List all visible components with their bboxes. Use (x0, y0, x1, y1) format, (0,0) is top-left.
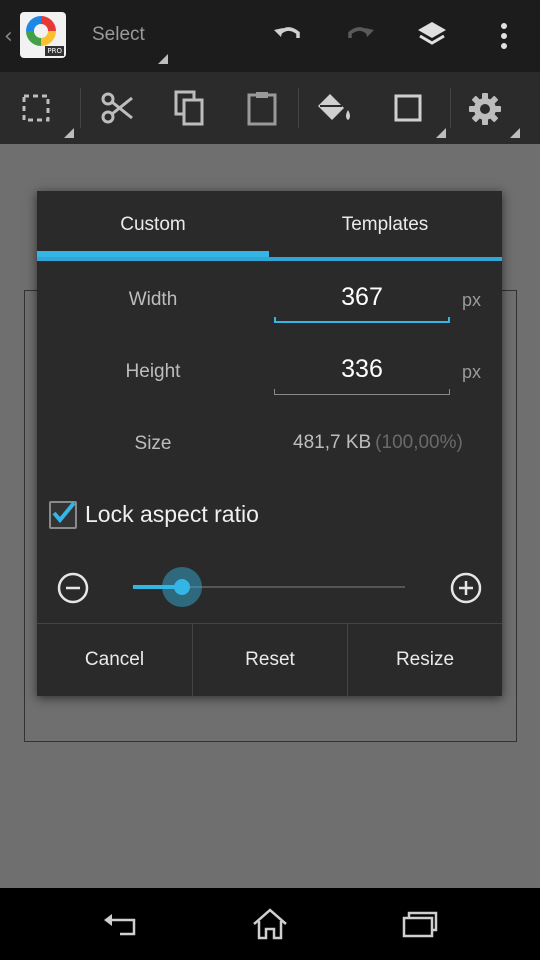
cut-icon (101, 92, 133, 124)
undo-icon[interactable] (270, 18, 306, 54)
lock-aspect-label: Lock aspect ratio (85, 501, 259, 527)
width-unit: px (462, 290, 482, 310)
select-mode-spinner[interactable]: Select (84, 0, 170, 66)
tab-custom[interactable]: Custom (37, 191, 269, 257)
selection-corner-icon (64, 128, 74, 138)
paste-icon (247, 92, 277, 126)
cut-button[interactable] (96, 72, 140, 144)
resize-button[interactable]: Resize (347, 624, 502, 696)
zoom-in-icon[interactable] (449, 571, 483, 605)
lock-aspect-checkbox[interactable] (49, 501, 77, 529)
nav-home-icon[interactable] (250, 904, 290, 944)
paste-button[interactable] (240, 72, 284, 144)
height-field[interactable]: 336 (274, 355, 450, 395)
back-caret-icon[interactable]: ‹ (4, 24, 13, 49)
navigation-bar (0, 888, 540, 960)
resize-dialog: Custom Templates Width 367 px Height 336… (37, 191, 502, 696)
dialog-button-row: Cancel Reset Resize (37, 623, 502, 696)
toolbar-divider (450, 88, 451, 128)
tab-divider-line (37, 257, 502, 261)
height-unit: px (462, 362, 482, 382)
tab-selected-indicator (37, 251, 269, 257)
selection-icon (22, 94, 50, 122)
cancel-button[interactable]: Cancel (37, 624, 192, 696)
spinner-corner-icon (158, 54, 168, 64)
toolbar-divider (298, 88, 299, 128)
tool-bar (0, 72, 540, 144)
dialog-tabs: Custom Templates (37, 191, 502, 263)
zoom-out-icon[interactable] (56, 571, 90, 605)
settings-corner-icon (510, 128, 520, 138)
zoom-slider[interactable] (133, 567, 405, 607)
shape-corner-icon (436, 128, 446, 138)
shape-button[interactable] (380, 72, 446, 144)
shape-icon (394, 94, 422, 122)
size-value-row: 481,7 KB (100,00%) (293, 432, 463, 454)
size-label: Size (134, 433, 172, 454)
nav-back-icon[interactable] (100, 904, 140, 944)
overflow-menu-icon[interactable] (486, 18, 522, 54)
copy-button[interactable] (168, 72, 212, 144)
redo-icon[interactable] (342, 18, 378, 54)
size-value: 481,7 KB (293, 432, 372, 453)
settings-button[interactable] (460, 72, 526, 144)
layers-icon[interactable] (414, 18, 450, 54)
settings-icon (469, 93, 501, 125)
copy-icon (174, 90, 204, 126)
nav-recents-icon[interactable] (400, 904, 440, 944)
app-logo-icon[interactable]: PRO (20, 12, 66, 58)
selection-tool-button[interactable] (0, 72, 78, 144)
width-field[interactable]: 367 (274, 283, 450, 323)
checkmark-icon (52, 501, 76, 524)
fill-button[interactable] (310, 72, 358, 144)
toolbar-divider (80, 88, 81, 128)
width-value: 367 (341, 283, 383, 311)
reset-button[interactable]: Reset (192, 624, 347, 696)
height-value: 336 (341, 355, 383, 383)
height-label: Height (125, 361, 181, 382)
slider-thumb[interactable] (174, 579, 190, 595)
width-label: Width (128, 289, 178, 310)
pro-badge: PRO (45, 46, 64, 56)
fill-bucket-icon (318, 94, 350, 120)
size-percent: (100,00%) (375, 432, 463, 453)
tab-templates[interactable]: Templates (269, 191, 501, 257)
action-bar: ‹ PRO Select (0, 0, 540, 72)
select-mode-label: Select (92, 24, 145, 45)
